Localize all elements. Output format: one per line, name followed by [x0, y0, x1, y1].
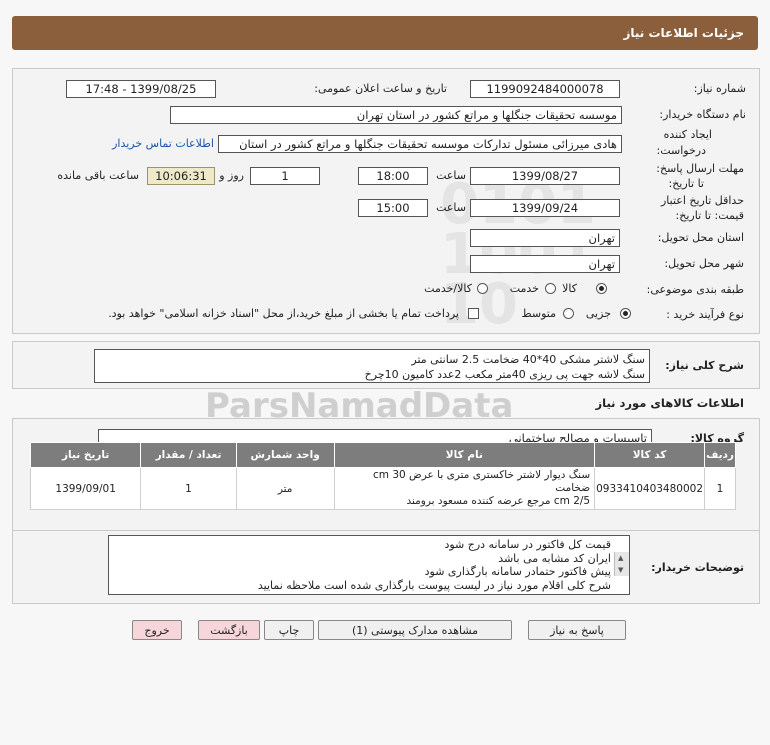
buyer-note-line: ایران کد مشابه می باشد	[498, 551, 611, 565]
category-option-goods: کالا	[562, 282, 577, 295]
col-header-name: نام کالا	[333, 442, 596, 468]
process-label: نوع فرآیند خرید :	[666, 308, 744, 321]
buyer-notes-label: توضیحات خریدار:	[651, 561, 744, 574]
validity-time-field: 15:00	[358, 199, 428, 217]
process-option-minor: جزیی	[585, 307, 611, 320]
cell-name: سنگ دیوار لاشتر خاکستری متری با عرض cm 3…	[333, 467, 596, 510]
category-radio-goods[interactable]	[596, 283, 607, 294]
creator-label-2: درخواست:	[656, 144, 706, 157]
category-option-service: خدمت	[509, 282, 539, 295]
buyer-org-field: موسسه تحقیقات جنگلها و مراتع کشور در است…	[170, 106, 622, 124]
buyer-notes-scrollbar[interactable]: ▲ ▼	[614, 552, 629, 576]
validity-label-1: حداقل تاریخ اعتبار	[660, 194, 744, 207]
cell-date: 1399/09/01	[29, 467, 142, 510]
creator-label-1: ایجاد کننده	[663, 128, 712, 141]
table-row: 1 0933410403480002 سنگ دیوار لاشتر خاکست…	[29, 467, 736, 510]
category-option-goods-service: کالا/خدمت	[424, 282, 472, 295]
need-number-field: 1199092484000078	[470, 80, 620, 98]
deadline-label-2: تا تاریخ:	[668, 177, 704, 190]
days-remaining-field: 1	[250, 167, 320, 185]
deadline-time-label: ساعت	[436, 169, 466, 182]
goods-section-title: اطلاعات کالاهای مورد نیاز	[595, 396, 744, 410]
days-label: روز و	[219, 169, 244, 182]
goods-table-header: ردیف کد کالا نام کالا واحد شمارش تعداد /…	[29, 442, 736, 468]
category-radio-goods-service[interactable]	[477, 283, 488, 294]
buyer-org-label: نام دستگاه خریدار:	[659, 108, 746, 121]
validity-label-2: قیمت: تا تاریخ:	[675, 209, 744, 222]
view-attachments-button[interactable]: مشاهده مدارک پیوستی (1)	[318, 620, 512, 640]
remaining-time-label: ساعت باقی مانده	[57, 169, 139, 182]
category-label: طبقه بندی موضوعی:	[646, 283, 744, 296]
col-header-code: کد کالا	[594, 442, 706, 468]
back-button[interactable]: بازگشت	[198, 620, 260, 640]
category-radio-service[interactable]	[545, 283, 556, 294]
print-button[interactable]: چاپ	[264, 620, 314, 640]
creator-field: هادی میرزائی مسئول تدارکات موسسه تحقیقات…	[218, 135, 622, 153]
summary-line: سنگ لاشتر مشکی 40*40 ضخامت 2.5 سانتی متر	[411, 353, 645, 366]
validity-time-label: ساعت	[436, 201, 466, 214]
scroll-down-icon[interactable]: ▼	[618, 566, 623, 574]
cell-index: 1	[704, 467, 736, 510]
scroll-up-icon[interactable]: ▲	[618, 554, 623, 562]
col-header-date: تاریخ نیاز	[29, 442, 142, 468]
deadline-label-1: مهلت ارسال پاسخ:	[656, 162, 744, 175]
page-header: جزئیات اطلاعات نیاز	[12, 16, 758, 50]
summary-text: سنگ لاشتر مشکی 40*40 ضخامت 2.5 سانتی متر…	[94, 349, 650, 383]
buyer-notes-text[interactable]: قیمت کل فاکتور در سامانه درج شود ایران ک…	[108, 535, 630, 595]
summary-line: سنگ لاشه جهت پی ریزی 40متر مکعب 2عدد کام…	[364, 368, 645, 381]
city-field: تهران	[470, 255, 620, 273]
cell-name-line: cm 2/5 مرجع عرضه کننده مسعود برومند	[406, 495, 591, 507]
cell-qty: 1	[140, 467, 237, 510]
remaining-time-field: 10:06:31	[147, 167, 215, 185]
cell-name-line: سنگ دیوار لاشتر خاکستری متری با عرض cm 3…	[373, 469, 591, 494]
page-title: جزئیات اطلاعات نیاز	[623, 26, 744, 40]
treasury-payment-note: پرداخت تمام یا بخشی از مبلغ خرید،از محل …	[108, 307, 459, 320]
col-header-qty: تعداد / مقدار	[140, 442, 237, 468]
process-option-medium: متوسط	[521, 307, 556, 320]
announce-field: 1399/08/25 - 17:48	[66, 80, 216, 98]
announce-label: تاریخ و ساعت اعلان عمومی:	[314, 82, 447, 95]
col-header-index: ردیف	[704, 442, 736, 468]
validity-date-field: 1399/09/24	[470, 199, 620, 217]
summary-label: شرح کلی نیاز:	[665, 359, 744, 372]
buyer-note-line: پیش فاکتور حتمادر سامانه بارگذاری شود	[424, 565, 611, 578]
cell-unit: متر	[235, 467, 335, 510]
process-radio-medium[interactable]	[563, 308, 574, 319]
city-label: شهر محل تحویل:	[664, 257, 744, 270]
treasury-payment-checkbox[interactable]	[468, 308, 479, 319]
deadline-date-field: 1399/08/27	[470, 167, 620, 185]
reply-button[interactable]: پاسخ به نیاز	[528, 620, 626, 640]
process-radio-minor[interactable]	[620, 308, 631, 319]
cell-code: 0933410403480002	[594, 467, 706, 510]
need-number-label: شماره نیاز:	[693, 82, 746, 95]
province-label: استان محل تحویل:	[657, 231, 744, 244]
goods-table: ردیف کد کالا نام کالا واحد شمارش تعداد /…	[29, 442, 736, 510]
deadline-time-field: 18:00	[358, 167, 428, 185]
buyer-note-line: قیمت کل فاکتور در سامانه درج شود	[444, 538, 611, 551]
exit-button[interactable]: خروج	[132, 620, 182, 640]
buyer-note-line: شرح کلی اقلام مورد نیاز در لیست پیوست با…	[257, 578, 611, 592]
col-header-unit: واحد شمارش	[235, 442, 335, 468]
province-field: تهران	[470, 229, 620, 247]
contact-info-link[interactable]: اطلاعات تماس خریدار	[112, 137, 214, 150]
